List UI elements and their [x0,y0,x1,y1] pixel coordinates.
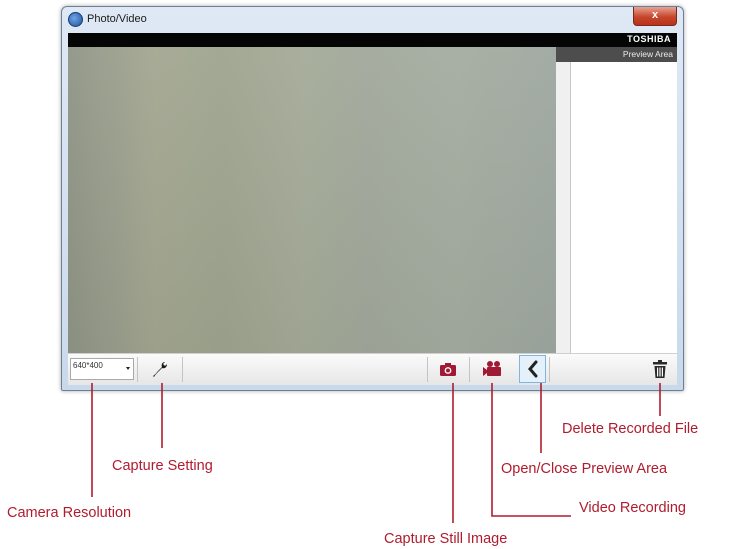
video-recording-leader [491,383,571,517]
callout-camera-resolution: Camera Resolution [7,505,132,521]
callout-capture-still-image: Capture Still Image [384,531,508,547]
callout-capture-setting: Capture Setting [112,458,213,474]
callout-video-recording: Video Recording [579,500,686,516]
callout-delete-recorded-file: Delete Recorded File [562,421,699,437]
callout-open-close-preview: Open/Close Preview Area [501,461,668,477]
